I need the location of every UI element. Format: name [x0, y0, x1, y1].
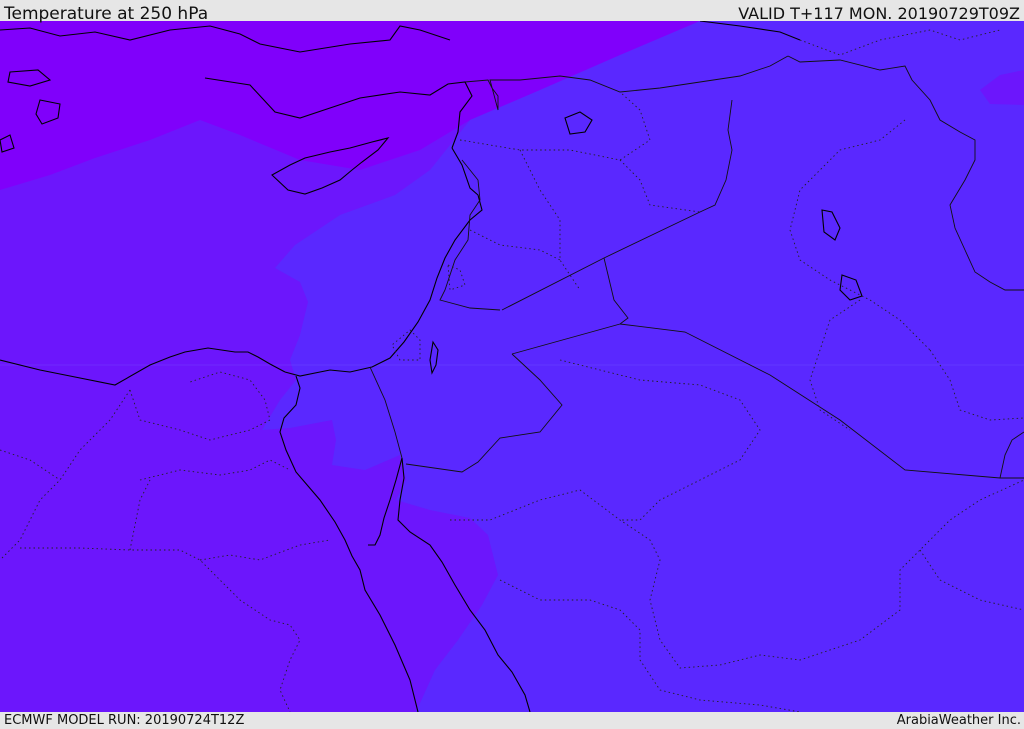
model-run-label: ECMWF MODEL RUN: 20190724T12Z [4, 713, 245, 728]
temperature-map[interactable] [0, 21, 1024, 712]
map-canvas[interactable] [0, 21, 1024, 712]
valid-time-label: VALID T+117 MON. 20190729T09Z [738, 4, 1020, 23]
map-title: Temperature at 250 hPa [4, 4, 209, 24]
header-bar: Temperature at 250 hPa VALID T+117 MON. … [0, 0, 1024, 24]
provider-credit: ArabiaWeather Inc. [896, 713, 1021, 728]
footer-bar: ECMWF MODEL RUN: 20190724T12Z ArabiaWeat… [0, 712, 1024, 729]
weather-map-page: Temperature at 250 hPa VALID T+117 MON. … [0, 0, 1024, 729]
